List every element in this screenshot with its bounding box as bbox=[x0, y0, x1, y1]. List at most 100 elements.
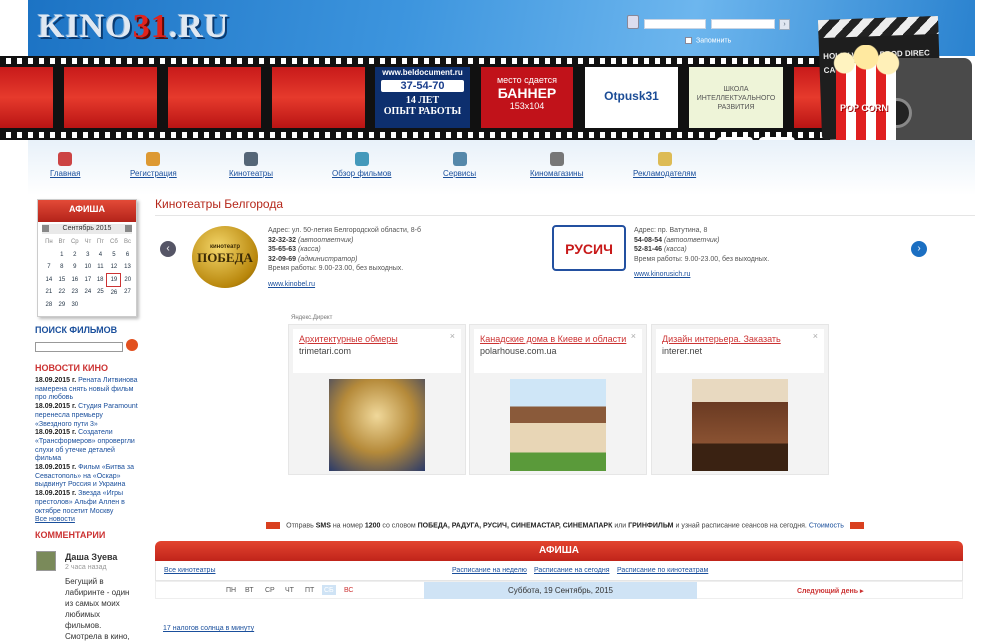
day-thu[interactable]: ЧТ bbox=[285, 587, 294, 594]
sms-icon bbox=[849, 522, 864, 529]
film-perforation bbox=[0, 132, 830, 138]
sms-icon bbox=[266, 522, 281, 529]
ad-title[interactable]: Дизайн интерьера. Заказать bbox=[662, 334, 818, 344]
day-mon[interactable]: ПН bbox=[226, 587, 236, 594]
film-frame bbox=[64, 67, 157, 128]
cinema-info-pobeda: Адрес: ул. 50-летия Белгородской области… bbox=[268, 226, 468, 289]
avatar[interactable] bbox=[36, 551, 56, 571]
news-item[interactable]: 18.09.2015 г. Рената Литвинова намерена … bbox=[35, 377, 139, 403]
ads-icon bbox=[657, 152, 672, 166]
sms-cost-link[interactable]: Стоимость bbox=[809, 522, 844, 529]
ad-title[interactable]: Архитектурные обмеры bbox=[299, 334, 455, 344]
close-icon[interactable]: × bbox=[813, 331, 818, 341]
rusich-logo[interactable]: РУСИЧ bbox=[552, 225, 626, 271]
lock-icon bbox=[627, 15, 639, 29]
news-list: 18.09.2015 г. Рената Литвинова намерена … bbox=[35, 377, 139, 525]
services-icon bbox=[452, 152, 467, 166]
news-item[interactable]: 18.09.2015 г. Студия Paramount перенесла… bbox=[35, 403, 139, 429]
calendar-week: 21 22 23 24 25 26 27 bbox=[45, 289, 131, 296]
day-sat[interactable]: СБ bbox=[324, 587, 334, 594]
schedule-today-link[interactable]: Расписание на сегодня bbox=[534, 567, 610, 574]
nav-home[interactable]: Главная bbox=[50, 152, 80, 178]
film-strip: www.beldocument.ru 37-54-70 14 ЛЕТ ОПЫТ … bbox=[0, 56, 830, 140]
day-sun[interactable]: ВС bbox=[344, 587, 354, 594]
cinema-site-link[interactable]: www.kinobel.ru bbox=[268, 280, 468, 290]
register-icon bbox=[146, 152, 161, 166]
banner-placeholder[interactable]: место сдается БАННЕР 153x104 bbox=[481, 67, 573, 128]
cinema-info-rusich: Адрес: пр. Ватутина, 8 54-08-54 (автоотв… bbox=[634, 226, 834, 280]
cinema-site-link[interactable]: www.kinorusich.ru bbox=[634, 270, 834, 280]
shops-icon bbox=[549, 152, 564, 166]
news-item[interactable]: 18.09.2015 г. Создатели «Трансформеров» … bbox=[35, 429, 139, 464]
calendar-week: 14 15 16 17 18 19 20 bbox=[42, 273, 134, 287]
login-input[interactable] bbox=[644, 19, 706, 29]
carousel-prev-icon[interactable]: ‹ bbox=[160, 241, 176, 257]
film-frame bbox=[168, 67, 261, 128]
film-perforation bbox=[0, 58, 830, 64]
sms-promo: Отправь SMS на номер 1200 со словом ПОБЕ… bbox=[155, 522, 975, 529]
home-icon bbox=[58, 152, 73, 166]
news-item[interactable]: 18.09.2015 г. Звезда «Игры престолов» Ал… bbox=[35, 490, 139, 516]
page-title: Кинотеатры Белгорода bbox=[155, 197, 284, 211]
calendar-week: 7 8 9 10 11 12 13 bbox=[47, 264, 131, 271]
day-tue[interactable]: ВТ bbox=[245, 587, 253, 594]
carousel-next-icon[interactable]: › bbox=[911, 241, 927, 257]
close-icon[interactable]: × bbox=[450, 331, 455, 341]
comment-author[interactable]: Даша Зуева bbox=[65, 552, 117, 562]
calendar-title[interactable]: АФИША bbox=[38, 200, 136, 222]
divider bbox=[155, 215, 975, 216]
ad-image[interactable] bbox=[510, 379, 606, 471]
search-submit-icon[interactable] bbox=[126, 339, 138, 351]
calendar-week: 28 29 30 bbox=[45, 301, 79, 308]
news-item[interactable]: 18.09.2015 г. Фильм «Битва за Севастопол… bbox=[35, 464, 139, 490]
calendar-grid: Пн Вт Ср Чт Пт Сб Вс 123456 7 8 9 10 11 12 13 14 15 16… bbox=[42, 236, 134, 311]
film-frame bbox=[272, 67, 365, 128]
main-nav: Главная Регистрация Кинотеатры Обзор фил… bbox=[28, 140, 975, 195]
comment-text: Бегущий в лабиринте - один из самых моих… bbox=[65, 577, 130, 641]
search-title: ПОИСК ФИЛЬМОВ bbox=[35, 325, 118, 335]
film-frame bbox=[0, 67, 53, 128]
banner-otpusk[interactable]: Otpusk31 bbox=[585, 67, 678, 128]
day-fri[interactable]: ПТ bbox=[305, 587, 314, 594]
nav-advertisers[interactable]: Рекламодателям bbox=[633, 152, 696, 178]
next-month-icon[interactable] bbox=[125, 225, 132, 232]
banner-beldocument[interactable]: www.beldocument.ru 37-54-70 14 ЛЕТ ОПЫТ … bbox=[375, 67, 470, 128]
nav-cinemas[interactable]: Кинотеатры bbox=[229, 152, 273, 178]
site-logo[interactable]: KINO31.RU bbox=[38, 8, 229, 46]
calendar-week: 123456 bbox=[60, 251, 130, 258]
next-day-button[interactable]: Следующий день ▸ bbox=[797, 587, 864, 595]
film-search-input[interactable] bbox=[35, 342, 123, 352]
comments-title: КОММЕНТАРИИ bbox=[35, 530, 106, 540]
calendar-today[interactable]: 19 bbox=[106, 273, 122, 287]
nav-films[interactable]: Обзор фильмов bbox=[332, 152, 391, 178]
calendar-month: Сентябрь 2015 bbox=[42, 224, 132, 234]
nav-services[interactable]: Сервисы bbox=[443, 152, 476, 178]
current-date: Суббота, 19 Сентябрь, 2015 bbox=[424, 582, 697, 599]
prev-month-icon[interactable] bbox=[42, 225, 49, 232]
schedule-cinemas-link[interactable]: Расписание по кинотеатрам bbox=[617, 567, 708, 574]
direct-ad-card[interactable]: Канадские дома в Киеве и области polarhou… bbox=[469, 324, 647, 475]
cinema-icon bbox=[243, 152, 258, 166]
pobeda-logo[interactable]: кинотеатр ПОБЕДА bbox=[192, 226, 258, 288]
afisha-filters: Все кинотеатры Расписание на неделю Расп… bbox=[155, 561, 963, 581]
afisha-header: АФИША bbox=[155, 541, 963, 561]
yandex-direct-label: Яндекс.Директ bbox=[291, 315, 333, 321]
comment-time: 2 часа назад bbox=[65, 564, 107, 571]
nav-shops[interactable]: Киномагазины bbox=[530, 152, 583, 178]
schedule-week-link[interactable]: Расписание на неделю bbox=[452, 567, 527, 574]
films-icon bbox=[354, 152, 369, 166]
calendar-widget: АФИША Сентябрь 2015 Пн Вт Ср Чт Пт Сб Вс 12345… bbox=[37, 199, 137, 317]
day-selector: ПН ВТ СР ЧТ ПТ СБ ВС Суббота, 19 Сентябр… bbox=[155, 581, 963, 599]
ad-image[interactable] bbox=[692, 379, 788, 471]
news-title: НОВОСТИ КИНО bbox=[35, 363, 108, 373]
direct-ad-card[interactable]: Архитектурные обмеры trimetari.com × bbox=[288, 324, 466, 475]
checkbox-icon[interactable] bbox=[685, 37, 692, 44]
day-wed[interactable]: СР bbox=[265, 587, 275, 594]
direct-ad-card[interactable]: Дизайн интерьера. Заказать interer.net × bbox=[651, 324, 829, 475]
all-cinemas-select[interactable]: Все кинотеатры bbox=[164, 567, 215, 574]
ad-image[interactable] bbox=[329, 379, 425, 471]
all-news-link[interactable]: Все новости bbox=[35, 516, 139, 525]
ad-title[interactable]: Канадские дома в Киеве и области bbox=[480, 334, 636, 344]
close-icon[interactable]: × bbox=[631, 331, 636, 341]
nav-register[interactable]: Регистрация bbox=[130, 152, 177, 178]
